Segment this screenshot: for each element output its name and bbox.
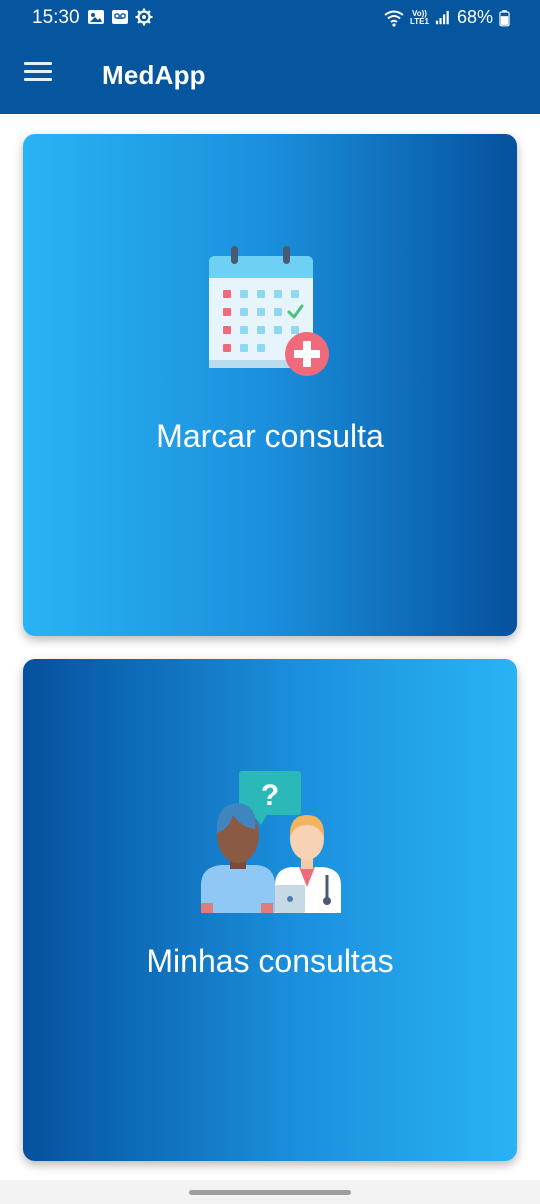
settings-gear-icon bbox=[135, 8, 153, 26]
hamburger-menu-icon[interactable] bbox=[24, 62, 54, 90]
schedule-appointment-label: Marcar consulta bbox=[156, 418, 384, 454]
home-gesture-handle[interactable] bbox=[189, 1190, 351, 1195]
status-bar: 15:30 Vo)) LTE1 68% bbox=[0, 0, 540, 38]
status-system-icons: Vo)) LTE1 68% bbox=[384, 7, 510, 28]
patient-doctor-question-icon: ? bbox=[201, 771, 341, 913]
calendar-add-icon bbox=[209, 246, 329, 376]
status-notification-icons bbox=[87, 8, 153, 26]
status-time: 15:30 bbox=[32, 7, 80, 28]
voicemail-icon bbox=[112, 10, 128, 24]
main-content: Marcar consulta ? Minhas consultas bbox=[0, 114, 540, 1180]
image-icon bbox=[88, 10, 104, 24]
signal-icon bbox=[435, 10, 449, 24]
system-navigation-bar bbox=[0, 1180, 540, 1204]
svg-text:?: ? bbox=[261, 779, 279, 812]
my-appointments-card[interactable]: ? Minhas consultas bbox=[23, 659, 517, 1161]
app-title: MedApp bbox=[102, 60, 206, 90]
battery-percent: 68% bbox=[456, 7, 493, 27]
network-type-label: Vo)) LTE1 bbox=[410, 8, 429, 26]
schedule-appointment-card[interactable]: Marcar consulta bbox=[23, 134, 517, 636]
wifi-icon bbox=[384, 10, 404, 27]
battery-icon bbox=[499, 9, 510, 26]
app-bar: MedApp bbox=[0, 38, 540, 114]
my-appointments-label: Minhas consultas bbox=[146, 943, 394, 979]
